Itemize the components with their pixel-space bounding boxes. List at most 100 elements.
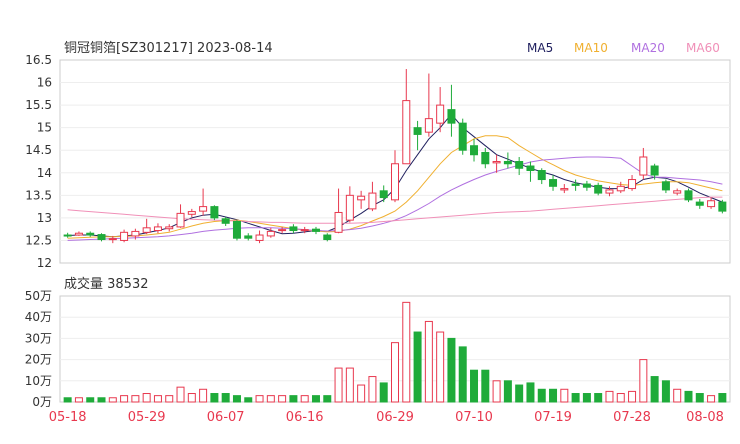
volume-bar	[255, 395, 264, 403]
volume-bar	[616, 393, 625, 403]
candle	[684, 188, 693, 203]
volume-bar	[210, 393, 219, 403]
candle	[199, 188, 208, 216]
price-tick-label: 16	[37, 76, 52, 90]
candle-body	[673, 190, 682, 194]
price-tick-label: 14.5	[25, 143, 52, 157]
volume-bar	[334, 367, 343, 403]
candle	[594, 182, 603, 196]
candle	[142, 218, 151, 235]
volume-bar	[628, 390, 637, 403]
candle	[582, 180, 591, 191]
volume-bar	[424, 320, 433, 403]
candle	[391, 150, 399, 203]
x-tick-label: 05-29	[128, 410, 166, 425]
volume-bar	[74, 397, 83, 403]
volume-bar	[605, 390, 614, 403]
candle-body	[481, 151, 490, 165]
candle-body	[549, 179, 558, 187]
candle-body	[492, 161, 501, 164]
price-tick-label: 12.5	[25, 233, 52, 247]
volume-tick-label: 50万	[25, 289, 52, 303]
candle-body	[131, 230, 140, 237]
candle-body	[334, 211, 343, 233]
candle-body	[232, 220, 241, 239]
ma-legend: MA5 MA10 MA20 MA60	[527, 41, 720, 55]
stock-chart: 铜冠铜箔[SZ301217] 2023-08-14 MA5 MA10 MA20 MA6…	[25, 40, 731, 425]
candle-body	[594, 184, 603, 194]
price-tick-label: 13	[37, 211, 52, 225]
candle	[526, 161, 535, 182]
candle	[616, 181, 625, 194]
candle	[120, 229, 129, 243]
volume-bar	[526, 382, 535, 403]
candle	[289, 224, 298, 234]
candle-body	[311, 228, 320, 232]
candle	[413, 120, 422, 151]
candle-body	[221, 218, 230, 224]
volume-bar	[503, 380, 512, 403]
candle	[458, 118, 467, 155]
candle	[244, 233, 253, 241]
candle-body	[616, 185, 625, 192]
candle	[639, 147, 648, 180]
volume-bar	[221, 393, 230, 403]
candle	[695, 198, 704, 209]
volume-bar	[379, 382, 388, 403]
candle-body	[74, 232, 83, 236]
volume-bar	[244, 397, 253, 403]
legend-ma10: MA10	[574, 41, 608, 55]
candle-body	[447, 109, 456, 124]
candle-body	[86, 232, 95, 236]
volume-bar	[120, 395, 129, 403]
candle-body	[357, 195, 366, 201]
x-tick-label: 07-10	[455, 410, 493, 425]
x-tick-label: 08-08	[686, 410, 724, 425]
price-tick-label: 15.5	[25, 98, 52, 112]
volume-bar	[481, 369, 490, 403]
legend-ma20: MA20	[631, 41, 665, 55]
volume-bar	[684, 390, 693, 403]
volume-bar	[549, 388, 558, 403]
candle	[176, 204, 185, 228]
volume-bar	[470, 369, 479, 403]
candle-body	[470, 145, 479, 156]
candle-body	[413, 127, 422, 135]
volume-bar	[413, 331, 422, 403]
candle-body	[458, 122, 467, 151]
candle	[470, 138, 479, 162]
candle-body	[345, 194, 354, 221]
candle-body	[289, 226, 298, 232]
volume-bar	[402, 301, 411, 403]
candle	[560, 184, 569, 194]
candle-body	[503, 161, 512, 165]
candle	[628, 175, 637, 191]
candle-body	[120, 231, 129, 241]
candle-body	[684, 190, 693, 201]
candle	[481, 147, 490, 169]
candle-body	[210, 206, 219, 219]
volume-bar	[142, 393, 151, 403]
x-tick-label: 05-18	[49, 410, 87, 425]
price-tick-label: 14	[37, 166, 52, 180]
candle	[345, 186, 354, 223]
volume-bar	[492, 380, 501, 403]
candle-body	[707, 200, 716, 208]
volume-bar	[458, 346, 467, 403]
candle-body	[97, 234, 106, 241]
volume-bar	[639, 359, 648, 403]
candle	[165, 224, 174, 232]
candle-body	[266, 230, 275, 237]
legend-ma60: MA60	[686, 41, 720, 55]
volume-bar	[560, 388, 569, 403]
volume-bar	[323, 395, 332, 403]
volume-bar	[176, 386, 185, 403]
price-tick-label: 12	[37, 256, 52, 270]
candle-body	[278, 229, 287, 232]
candle	[379, 185, 388, 203]
volume-bar	[661, 380, 670, 403]
volume-bar	[289, 395, 298, 403]
candle-body	[515, 161, 524, 169]
candle-body	[436, 104, 445, 124]
candle-body	[199, 206, 208, 212]
